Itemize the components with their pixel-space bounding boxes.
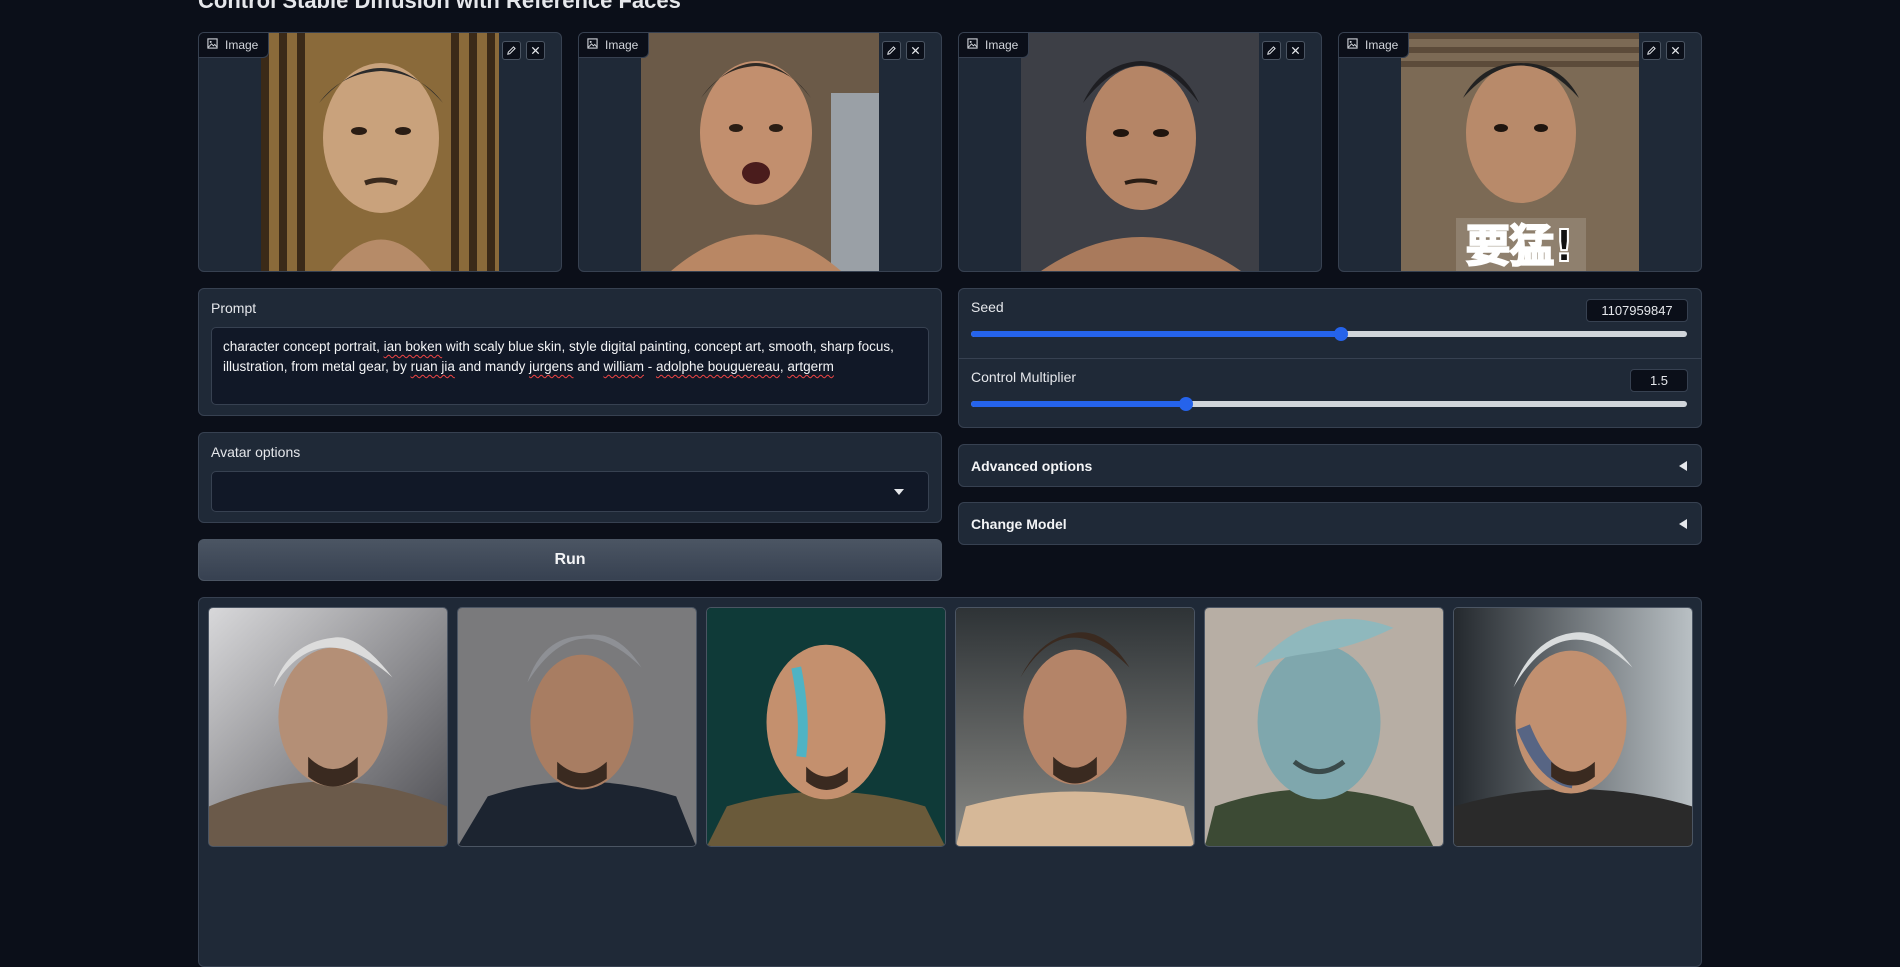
close-icon[interactable] xyxy=(1286,41,1305,60)
seed-label: Seed xyxy=(971,299,1004,315)
caret-left-icon xyxy=(1679,460,1687,471)
seed-slider-fill xyxy=(971,331,1342,337)
image-label: Image xyxy=(1339,33,1410,58)
reference-photo: 要猛! xyxy=(1401,33,1639,271)
control-multiplier-label: Control Multiplier xyxy=(971,369,1077,385)
reference-photo xyxy=(261,33,499,271)
gallery-item-5[interactable] xyxy=(1204,607,1444,847)
control-multiplier-slider-thumb[interactable] xyxy=(1178,397,1193,411)
divider xyxy=(959,358,1701,359)
chevron-down-icon xyxy=(894,489,904,495)
pencil-icon[interactable] xyxy=(882,41,901,60)
control-multiplier-slider-fill xyxy=(971,401,1186,407)
advanced-options-label: Advanced options xyxy=(971,457,1093,474)
close-icon[interactable] xyxy=(906,41,925,60)
prompt-line-2: illustration, from metal gear, by ruan j… xyxy=(223,359,834,374)
image-label: Image xyxy=(579,33,650,58)
control-multiplier-input[interactable]: 1.5 xyxy=(1630,369,1688,392)
image-icon xyxy=(1347,38,1358,52)
close-icon[interactable] xyxy=(1666,41,1685,60)
svg-text:要猛!: 要猛! xyxy=(1466,221,1574,271)
reference-image-3[interactable]: Image xyxy=(958,32,1322,272)
prompt-textarea[interactable]: character concept portrait, ian boken wi… xyxy=(211,327,929,405)
reference-image-2[interactable]: Image xyxy=(578,32,942,272)
avatar-options-label: Avatar options xyxy=(211,444,301,460)
sliders-panel: Seed 1107959847 Control Multiplier 1.5 xyxy=(958,288,1702,428)
control-multiplier-slider[interactable] xyxy=(971,397,1687,411)
output-gallery xyxy=(198,597,1702,967)
change-model-accordion[interactable]: Change Model xyxy=(958,502,1702,545)
image-icon xyxy=(207,38,218,52)
prompt-panel: Prompt character concept portrait, ian b… xyxy=(198,288,942,416)
pencil-icon[interactable] xyxy=(502,41,521,60)
page-title: Control Stable Diffusion with Reference … xyxy=(198,0,681,13)
reference-image-1[interactable]: Image xyxy=(198,32,562,272)
image-icon xyxy=(967,38,978,52)
gallery-item-2[interactable] xyxy=(457,607,697,847)
change-model-label: Change Model xyxy=(971,515,1067,532)
gallery-item-4[interactable] xyxy=(955,607,1195,847)
seed-slider-thumb[interactable] xyxy=(1334,327,1349,341)
gallery-item-6[interactable] xyxy=(1453,607,1693,847)
caret-left-icon xyxy=(1679,518,1687,529)
seed-input[interactable]: 1107959847 xyxy=(1586,299,1688,322)
avatar-options-dropdown[interactable] xyxy=(211,471,929,512)
run-button[interactable]: Run xyxy=(198,539,942,581)
avatar-options-panel: Avatar options xyxy=(198,432,942,523)
image-label: Image xyxy=(199,33,270,58)
gallery-item-3[interactable] xyxy=(706,607,946,847)
prompt-line-1: character concept portrait, ian boken wi… xyxy=(223,339,894,354)
reference-photo xyxy=(641,33,879,271)
reference-image-4[interactable]: Image 要猛! xyxy=(1338,32,1702,272)
close-icon[interactable] xyxy=(526,41,545,60)
image-label: Image xyxy=(959,33,1030,58)
prompt-label: Prompt xyxy=(211,300,257,316)
gallery-item-1[interactable] xyxy=(208,607,448,847)
reference-photo xyxy=(1021,33,1259,271)
image-icon xyxy=(587,38,598,52)
pencil-icon[interactable] xyxy=(1262,41,1281,60)
pencil-icon[interactable] xyxy=(1642,41,1661,60)
seed-slider[interactable] xyxy=(971,327,1687,341)
advanced-options-accordion[interactable]: Advanced options xyxy=(958,444,1702,487)
